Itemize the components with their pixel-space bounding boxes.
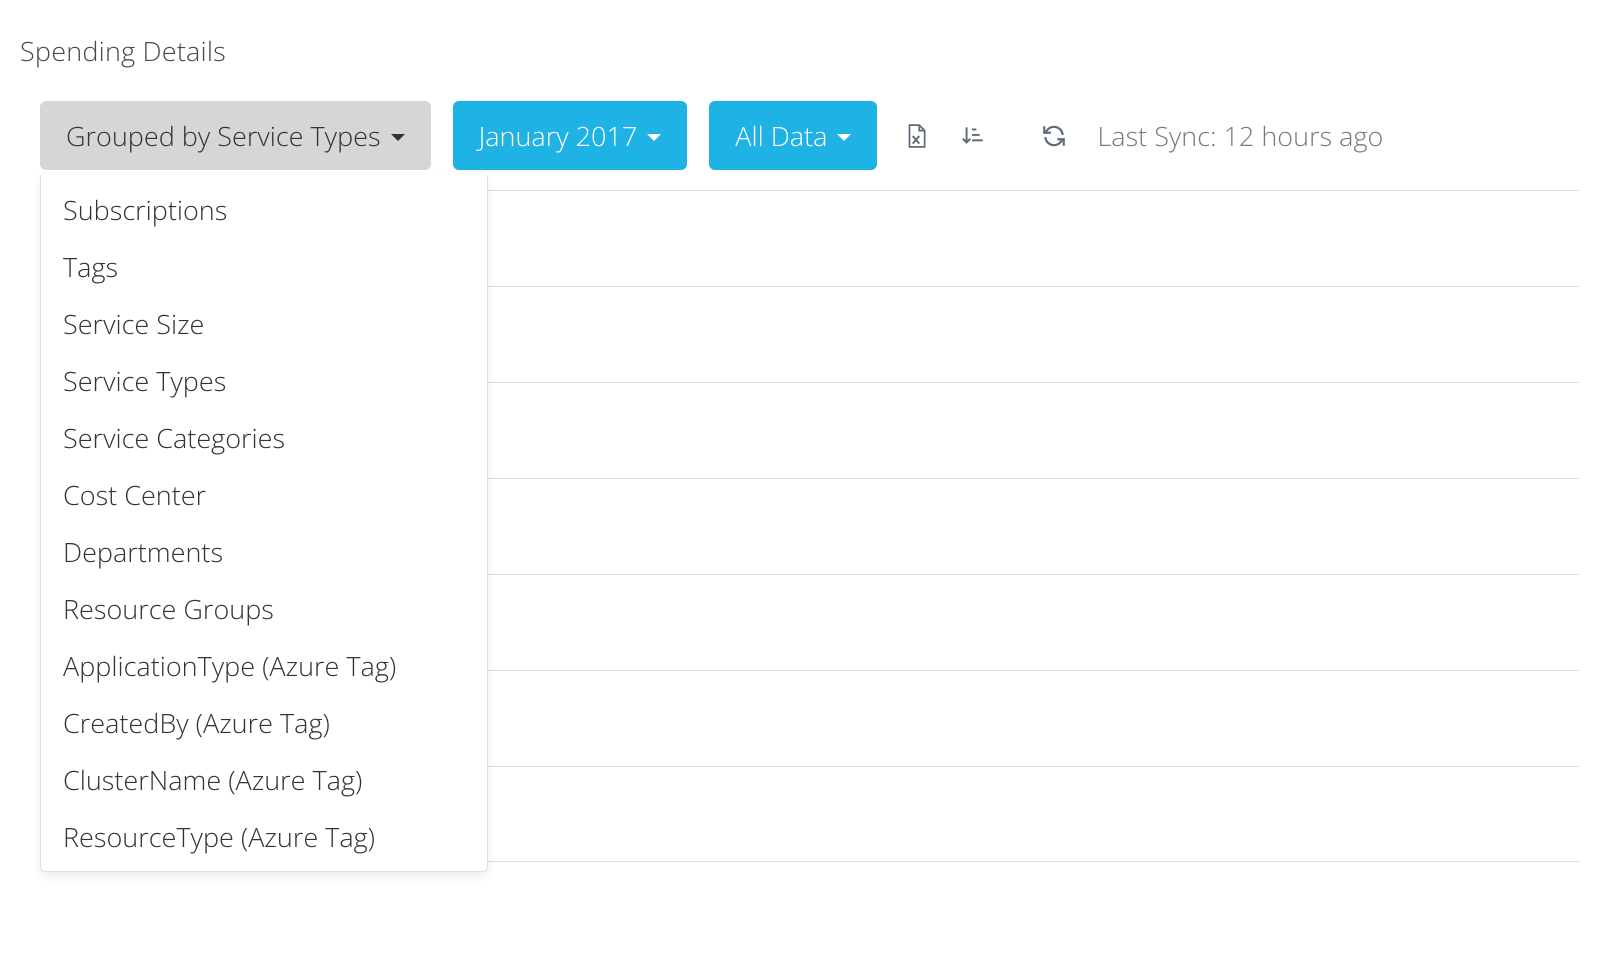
menu-item-resource-groups[interactable]: Resource Groups [41, 580, 487, 637]
sort-amount-icon[interactable] [955, 119, 989, 153]
group-by-label: Grouped by Service Types [66, 117, 381, 154]
menu-item-departments[interactable]: Departments [41, 523, 487, 580]
page-title: Spending Details [20, 0, 1580, 93]
menu-item-cost-center[interactable]: Cost Center [41, 466, 487, 523]
menu-item-tags[interactable]: Tags [41, 238, 487, 295]
last-sync-label: Last Sync: 12 hours ago [1097, 117, 1383, 154]
menu-item-clustername[interactable]: ClusterName (Azure Tag) [41, 751, 487, 808]
menu-item-applicationtype[interactable]: ApplicationType (Azure Tag) [41, 637, 487, 694]
menu-item-createdby[interactable]: CreatedBy (Azure Tag) [41, 694, 487, 751]
refresh-icon[interactable] [1037, 119, 1071, 153]
menu-item-subscriptions[interactable]: Subscriptions [41, 181, 487, 238]
menu-item-service-categories[interactable]: Service Categories [41, 409, 487, 466]
group-by-button[interactable]: Grouped by Service Types [40, 101, 431, 170]
period-label: January 2017 [479, 117, 638, 154]
scope-label: All Data [735, 117, 827, 154]
caret-down-icon [391, 134, 405, 141]
period-button[interactable]: January 2017 [453, 101, 688, 170]
caret-down-icon [647, 134, 661, 141]
toolbar: Grouped by Service Types January 2017 Al… [20, 93, 1580, 190]
menu-item-service-types[interactable]: Service Types [41, 352, 487, 409]
menu-item-service-size[interactable]: Service Size [41, 295, 487, 352]
menu-item-resourcetype[interactable]: ResourceType (Azure Tag) [41, 808, 487, 865]
caret-down-icon [837, 134, 851, 141]
export-excel-icon[interactable] [899, 119, 933, 153]
scope-button[interactable]: All Data [709, 101, 877, 170]
group-by-menu: Subscriptions Tags Service Size Service … [40, 175, 488, 872]
